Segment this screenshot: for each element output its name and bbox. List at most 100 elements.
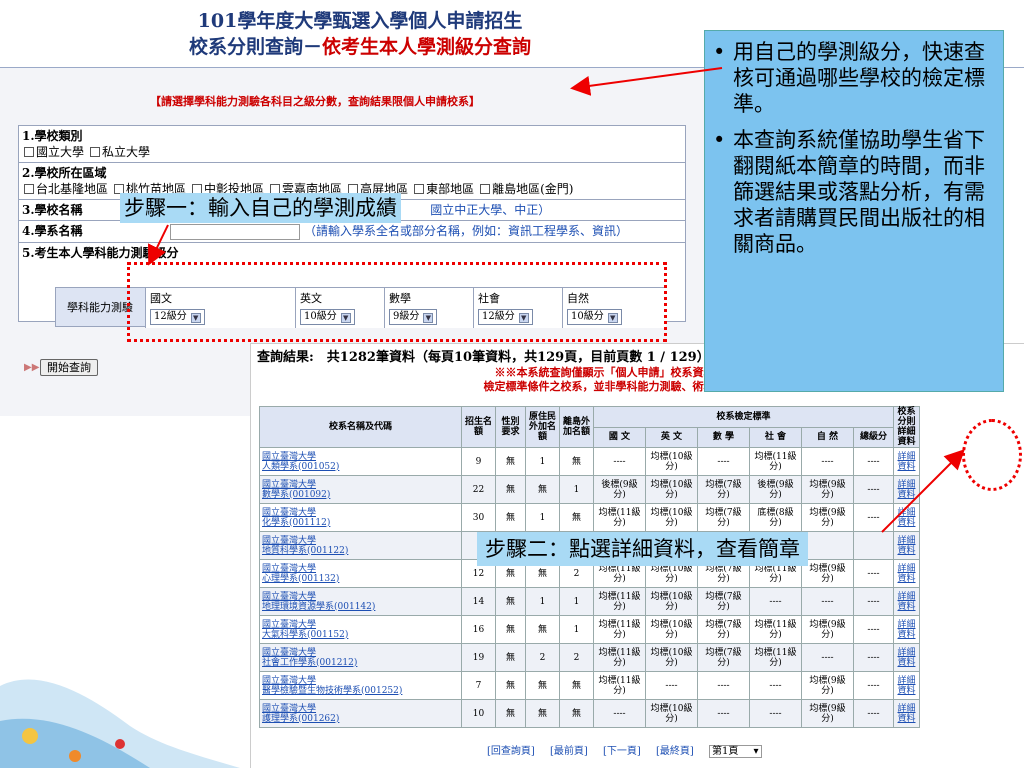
table-row: 國立臺灣大學 大氣科學系(001152) 16 無無 1 均標(11級分) 均標(10級分)…	[259, 615, 920, 644]
table-cell: ----	[749, 587, 802, 616]
dept-name-row: 4.學系名稱 （請輸入學系全名或部分名稱，例如：資訊工程學系、資訊）	[19, 221, 685, 243]
school-name: 國立臺灣大學	[262, 563, 317, 574]
table-cell: ----	[749, 671, 802, 700]
table-cell: 均標(11級分)	[749, 643, 802, 672]
table-cell: 10	[461, 699, 496, 728]
checkbox[interactable]	[24, 184, 34, 194]
table-cell: 無	[525, 475, 560, 504]
pager-next[interactable]: [下一頁]	[603, 746, 641, 757]
table-cell: 均標(9級分)	[801, 699, 854, 728]
checkbox[interactable]	[90, 147, 101, 157]
table-cell: 無	[495, 475, 526, 504]
dept-name: 人類學系(001052)	[262, 461, 340, 472]
table-cell: ----	[801, 447, 854, 476]
pager-first[interactable]: [最前頁]	[550, 746, 588, 757]
table-cell: 均標(10級分)	[645, 699, 698, 728]
table-cell: 均標(7級分)	[697, 587, 750, 616]
col-quota: 招生名額	[461, 406, 496, 448]
detail-link[interactable]: 詳細資料	[893, 587, 920, 616]
detail-link[interactable]: 詳細資料	[893, 671, 920, 700]
title-line1: 101學年度大學甄選入學個人申請招生	[197, 10, 523, 32]
table-cell: 均標(11級分)	[593, 615, 646, 644]
region-option[interactable]: 東部地區	[412, 182, 474, 196]
school-type-label: 1.學校類別	[22, 129, 83, 143]
score-highlight-box	[127, 262, 667, 342]
school-type-option[interactable]: 國立大學	[22, 145, 84, 159]
pager: [回查詢頁] [最前頁] [下一頁] [最終頁] 第1頁 ▾	[487, 742, 774, 758]
page-title: 101學年度大學甄選入學個人申請招生 校系分則查詢－依考生本人學測級分查詢	[100, 8, 620, 60]
table-cell: ----	[749, 699, 802, 728]
dept-link[interactable]: 國立臺灣大學 數學系(001092)	[259, 475, 462, 504]
region-option-label: 台北基隆地區	[36, 182, 109, 196]
col-detail: 校系分則詳細資料	[893, 406, 920, 448]
table-cell: ----	[853, 587, 894, 616]
detail-link[interactable]: 詳細資料	[893, 503, 920, 532]
table-cell: 無	[525, 615, 560, 644]
dept-link[interactable]: 國立臺灣大學 醫學檢驗暨生物技術學系(001252)	[259, 671, 462, 700]
checkbox[interactable]	[414, 184, 425, 194]
school-name-hint: 國立中正大學、中正）	[430, 203, 551, 217]
dept-link[interactable]: 國立臺灣大學 地質科學系(001122)	[259, 531, 462, 560]
title-line2: 校系分則查詢－依考生本人學測級分查詢	[100, 34, 620, 60]
dept-link[interactable]: 國立臺灣大學 大氣科學系(001152)	[259, 615, 462, 644]
title-red: 依考生本人學測級分查詢	[322, 36, 532, 58]
school-name: 國立臺灣大學	[262, 675, 317, 686]
detail-link[interactable]: 詳細資料	[893, 699, 920, 728]
col-subject: 國 文	[593, 426, 646, 448]
table-cell: 無	[495, 503, 526, 532]
dept-link[interactable]: 國立臺灣大學 護理學系(001262)	[259, 699, 462, 728]
dept-link[interactable]: 國立臺灣大學 社會工作學系(001212)	[259, 643, 462, 672]
school-type-option-label: 私立大學	[102, 145, 151, 159]
dept-link[interactable]: 國立臺灣大學 地理環境資源學系(001142)	[259, 587, 462, 616]
table-cell: 無	[495, 671, 526, 700]
table-cell: 均標(9級分)	[801, 615, 854, 644]
region-option-label: 東部地區	[426, 182, 475, 196]
table-cell: 均標(9級分)	[801, 671, 854, 700]
table-cell: 均標(10級分)	[645, 643, 698, 672]
col-subject: 總級分	[853, 426, 894, 448]
table-cell: 1	[559, 615, 594, 644]
school-name: 國立臺灣大學	[262, 647, 317, 658]
checkbox[interactable]	[480, 184, 491, 194]
school-type-options: 國立大學 私立大學	[22, 144, 682, 160]
detail-link[interactable]: 詳細資料	[893, 475, 920, 504]
table-cell: 底標(8級分)	[749, 503, 802, 532]
detail-link[interactable]: 詳細資料	[893, 559, 920, 588]
dept-link[interactable]: 國立臺灣大學 人類學系(001052)	[259, 447, 462, 476]
region-option[interactable]: 離島地區(金門)	[478, 182, 573, 196]
table-cell: 均標(10級分)	[645, 475, 698, 504]
table-cell: 無	[559, 671, 594, 700]
pager-back[interactable]: [回查詢頁]	[487, 746, 535, 757]
checkbox[interactable]	[24, 147, 34, 157]
dept-name: 心理學系(001132)	[262, 573, 340, 584]
page-select[interactable]: 第1頁 ▾	[709, 745, 762, 758]
region-option[interactable]: 台北基隆地區	[22, 182, 108, 196]
detail-link[interactable]: 詳細資料	[893, 615, 920, 644]
school-name: 國立臺灣大學	[262, 479, 317, 490]
table-cell: 均標(11級分)	[749, 615, 802, 644]
table-row: 國立臺灣大學 護理學系(001262) 10 無無無 ---- 均標(10級分) ---- -…	[259, 699, 920, 728]
table-cell: 14	[461, 587, 496, 616]
table-cell: 均標(11級分)	[593, 643, 646, 672]
dept-link[interactable]: 國立臺灣大學 化學系(001112)	[259, 503, 462, 532]
table-cell: 均標(10級分)	[645, 615, 698, 644]
col-island: 離島外加名額	[559, 406, 594, 448]
results-table: 校系名稱及代碼 招生名額 性別要求 原住民外加名額 離島外加名額 校系檢定標準 …	[259, 406, 920, 728]
search-button[interactable]: 開始查詢	[40, 359, 98, 376]
table-cell: 無	[495, 643, 526, 672]
table-cell: 無	[495, 447, 526, 476]
notice-text: 【請選擇學科能力測驗各科目之級分數，查詢結果限個人申請校系】	[150, 95, 480, 108]
detail-link[interactable]: 詳細資料	[893, 447, 920, 476]
school-type-option[interactable]: 私立大學	[88, 145, 150, 159]
table-cell: 無	[495, 587, 526, 616]
table-cell: 無	[495, 699, 526, 728]
table-row: 國立臺灣大學 社會工作學系(001212) 19 無 2 2 均標(11級分) 均標(10級分…	[259, 643, 920, 672]
detail-link[interactable]: 詳細資料	[893, 531, 920, 560]
dept-link[interactable]: 國立臺灣大學 心理學系(001132)	[259, 559, 462, 588]
pager-last[interactable]: [最終頁]	[656, 746, 694, 757]
table-cell: 30	[461, 503, 496, 532]
dept-name: 醫學檢驗暨生物技術學系(001252)	[262, 685, 403, 696]
col-subject: 英 文	[645, 426, 698, 448]
dept-name-input[interactable]	[170, 223, 301, 240]
detail-link[interactable]: 詳細資料	[893, 643, 920, 672]
